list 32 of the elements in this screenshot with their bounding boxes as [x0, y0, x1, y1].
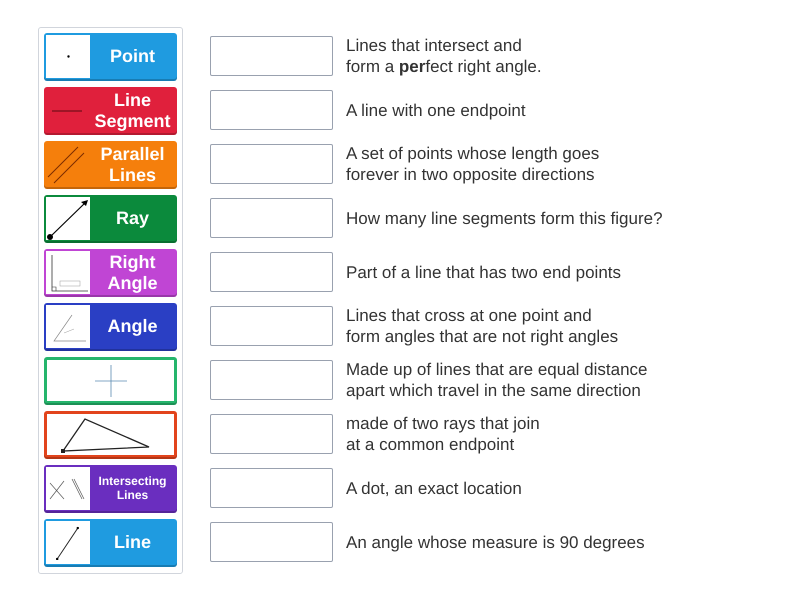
drop-box[interactable] — [210, 252, 333, 292]
clue-text: Lines that cross at one point and form angles that are not right angles — [346, 305, 618, 347]
drop-box[interactable] — [210, 522, 333, 562]
answer-tile[interactable]: Intersecting Lines — [44, 465, 177, 513]
answer-tile[interactable] — [44, 411, 177, 459]
dot-drawing — [66, 55, 70, 58]
clue-text: A dot, an exact location — [346, 478, 522, 498]
drop-box[interactable] — [210, 468, 333, 508]
line-drawing — [56, 526, 80, 560]
drop-box[interactable] — [210, 360, 333, 400]
drop-box[interactable] — [210, 414, 333, 454]
answer-tile[interactable]: Right Angle — [44, 249, 177, 297]
answer-tile[interactable]: Ray — [44, 195, 177, 243]
clue-text: made of two rays that join at a common endpoint — [346, 413, 540, 455]
drop-box[interactable] — [210, 306, 333, 346]
clue-text: How many line segments form this figure? — [346, 208, 663, 228]
answer-tile[interactable]: Line — [44, 519, 177, 567]
drop-box[interactable] — [210, 90, 333, 130]
answer-tile[interactable]: Line Segment — [44, 87, 177, 135]
clue-text: Made up of lines that are equal distance apart which travel in the same direction — [346, 359, 648, 401]
clue-text: Lines that intersect and form a perfect right angle. — [346, 35, 542, 77]
drop-box[interactable] — [210, 36, 333, 76]
clue-text: An angle whose measure is 90 degrees — [346, 532, 645, 552]
answer-tile[interactable]: Angle — [44, 303, 177, 351]
answer-tile[interactable]: Parallel Lines — [44, 141, 177, 189]
clue-text: A line with one endpoint — [346, 100, 526, 120]
clue-text: A set of points whose length goes forever in two opposite directions — [346, 143, 600, 185]
clue-text: Part of a line that has two end points — [346, 262, 622, 282]
drop-box[interactable] — [210, 144, 333, 184]
answer-tile[interactable]: Point — [44, 33, 177, 81]
drop-box[interactable] — [210, 198, 333, 238]
answer-tile[interactable] — [44, 357, 177, 405]
